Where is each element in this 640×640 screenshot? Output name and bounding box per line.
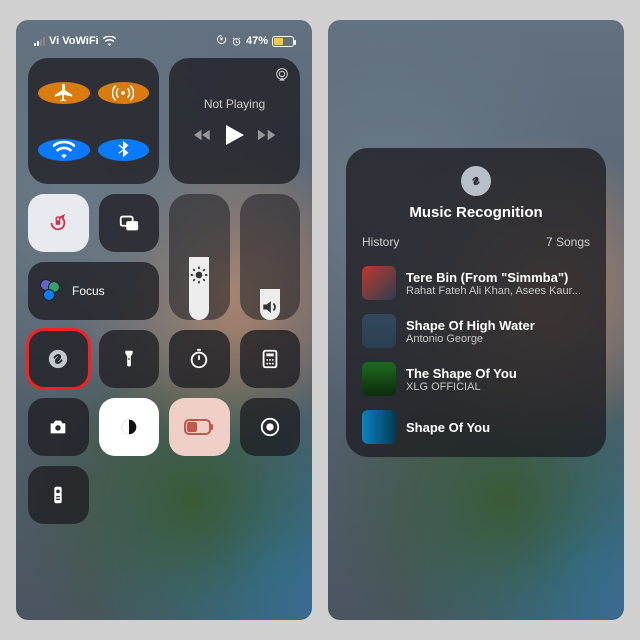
screen-mirroring-button[interactable]: [99, 194, 160, 252]
bluetooth-toggle[interactable]: [98, 139, 150, 161]
song-row[interactable]: Tere Bin (From "Simmba")Rahat Fateh Ali …: [362, 259, 590, 307]
media-state-label: Not Playing: [204, 97, 265, 111]
song-row[interactable]: The Shape Of YouXLG OFFICIAL: [362, 355, 590, 403]
connectivity-group: [28, 58, 159, 184]
calculator-icon: [259, 348, 281, 370]
next-track-icon[interactable]: [258, 128, 276, 142]
history-label: History: [362, 235, 399, 249]
song-artist: Rahat Fateh Ali Khan, Asees Kaur...: [406, 285, 581, 297]
album-art: [362, 362, 396, 396]
wifi-toggle[interactable]: [38, 139, 90, 161]
play-icon[interactable]: [226, 125, 244, 145]
low-power-icon: [184, 419, 214, 435]
screen-record-button[interactable]: [240, 398, 301, 456]
orientation-lock-toggle[interactable]: [28, 194, 89, 252]
remote-icon: [47, 484, 69, 506]
dark-mode-icon: [118, 416, 140, 438]
focus-label: Focus: [72, 284, 105, 298]
song-row[interactable]: Shape Of High WaterAntonio George: [362, 307, 590, 355]
volume-icon: [260, 297, 280, 317]
orientation-lock-status-icon: [216, 34, 227, 48]
carrier-label: Vi VoWiFi: [49, 35, 99, 47]
album-art: [362, 314, 396, 348]
flashlight-icon: [118, 348, 140, 370]
battery-pct: 47%: [246, 35, 268, 47]
low-power-mode-toggle[interactable]: [169, 398, 230, 456]
song-title: Shape Of You: [406, 420, 490, 435]
album-art: [362, 266, 396, 300]
status-bar: Vi VoWiFi 47%: [28, 32, 300, 58]
brightness-slider[interactable]: [169, 194, 230, 320]
calculator-button[interactable]: [240, 330, 301, 388]
wifi-icon: [103, 36, 116, 46]
control-center-panel: Vi VoWiFi 47%: [16, 20, 312, 620]
history-count: 7 Songs: [546, 235, 590, 249]
record-icon: [259, 416, 281, 438]
music-recognition-popup: Music Recognition History 7 Songs Tere B…: [346, 148, 606, 457]
shazam-icon: [461, 166, 491, 196]
music-recognition-panel: Music Recognition History 7 Songs Tere B…: [328, 20, 624, 620]
airplane-mode-toggle[interactable]: [38, 82, 90, 104]
camera-button[interactable]: [28, 398, 89, 456]
song-title: The Shape Of You: [406, 366, 517, 381]
song-row[interactable]: Shape Of You: [362, 403, 590, 451]
focus-button[interactable]: Focus: [28, 262, 159, 320]
signal-bars-icon: [34, 37, 45, 46]
timer-icon: [188, 348, 210, 370]
song-artist: Antonio George: [406, 333, 535, 345]
airplay-icon[interactable]: [274, 66, 290, 85]
dark-mode-toggle[interactable]: [99, 398, 160, 456]
brightness-icon: [189, 265, 209, 285]
popup-title: Music Recognition: [409, 204, 542, 221]
cellular-data-toggle[interactable]: [98, 82, 150, 104]
battery-icon: [272, 36, 294, 47]
shazam-button[interactable]: [28, 330, 89, 388]
apple-tv-remote-button[interactable]: [28, 466, 89, 524]
album-art: [362, 410, 396, 444]
alarm-icon: [231, 36, 242, 47]
volume-slider[interactable]: [240, 194, 301, 320]
song-title: Shape Of High Water: [406, 318, 535, 333]
timer-button[interactable]: [169, 330, 230, 388]
shazam-icon: [47, 348, 69, 370]
prev-track-icon[interactable]: [194, 128, 212, 142]
focus-modes-icon: [40, 279, 64, 303]
song-artist: XLG OFFICIAL: [406, 381, 517, 393]
camera-icon: [47, 416, 69, 438]
media-controls-tile[interactable]: Not Playing: [169, 58, 300, 184]
song-title: Tere Bin (From "Simmba"): [406, 270, 581, 285]
flashlight-button[interactable]: [99, 330, 160, 388]
